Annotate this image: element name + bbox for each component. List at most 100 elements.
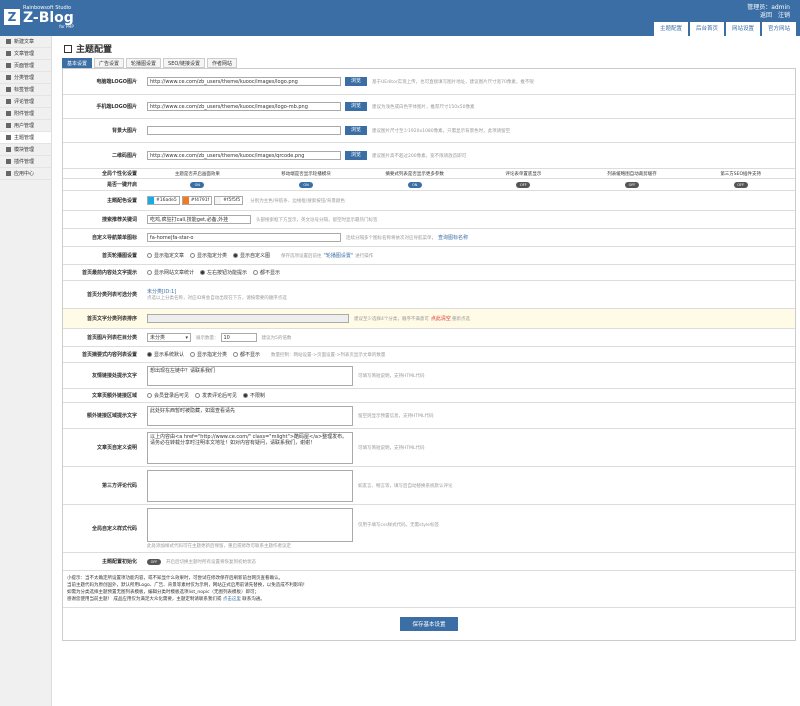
row-custom-css: 全局自定义样式代码 仅用于填写css样式代码，无需style标签 此处添加样式代…: [63, 505, 795, 553]
third-comment-textarea[interactable]: [147, 469, 353, 502]
save-button[interactable]: 保存基本设置: [400, 617, 458, 631]
sidebar-item-pages[interactable]: 页面管理: [0, 60, 51, 72]
row-onekey: 是否一键开启 ON ON ON OFF OFF OFF: [63, 179, 795, 191]
tab-author[interactable]: 作者网站: [207, 58, 238, 68]
sidebar-item-new-article[interactable]: 新建文章: [0, 36, 51, 48]
logout-link[interactable]: 注销: [778, 12, 790, 19]
clear-sort-link[interactable]: 点此清空: [431, 315, 451, 322]
area-radio-unlimited[interactable]: 不限制: [243, 392, 265, 399]
sidebar-item-modules[interactable]: 模块管理: [0, 144, 51, 156]
extra-tip-textarea[interactable]: 此处好东西暂时被隐藏，如需查看请先: [147, 405, 353, 426]
qrcode-input[interactable]: http://www.ce.com/zb_users/theme/kuooc/i…: [147, 151, 341, 160]
abstract-radio-default[interactable]: 显示系统默认: [147, 351, 184, 358]
index-radio-none[interactable]: 都不显示: [253, 269, 280, 276]
sidebar-item-users[interactable]: 用户管理: [0, 120, 51, 132]
bg-image-browse-button[interactable]: 浏览: [345, 126, 368, 135]
row-bg-image: 背景大图片 浏览 建议图片尺寸至少1920x1080像素，只需显示背景色时，此项请…: [63, 119, 795, 143]
notes: 小提示：当不太确定所设置项功能内容，或不知显什么效果时，可尝试在修改保存后刷新前…: [63, 571, 795, 608]
color-main[interactable]: #16ade5: [147, 196, 180, 205]
toggle-mobile-slider[interactable]: ON: [299, 181, 313, 188]
pc-logo-input[interactable]: http://www.ce.com/zb_users/theme/kuooc/i…: [147, 77, 341, 86]
sidebar-item-tags[interactable]: 标签管理: [0, 84, 51, 96]
friend-link-textarea[interactable]: 想出现在左链中？请联系我们: [147, 365, 353, 386]
plugin-icon: [6, 159, 11, 164]
zblog-logo[interactable]: Z Rainbowsoft Studio Z-Blog for PHP: [4, 3, 74, 31]
row-friend-link: 友情链接处提示文字 想出现在左链中？请联系我们 可填写简短说明，支持HTML代码: [63, 363, 795, 389]
row-hot-keywords: 搜索推荐关键词 吃鸡,疯狂打call,技能get,必备,外挂 头部搜索框下方显示，…: [63, 211, 795, 229]
index-radio-buttons[interactable]: 左右按钮功能提示: [200, 269, 247, 276]
copyright-textarea[interactable]: 以上内容由<a href="http://www.ce.com/" class=…: [147, 431, 353, 464]
qrcode-browse-button[interactable]: 浏览: [345, 151, 368, 160]
topnav-admin-home[interactable]: 后台首页: [689, 22, 724, 36]
color-accent[interactable]: #f4791f: [181, 196, 213, 205]
row-copyright: 文章页自定义说明 以上内容由<a href="http://www.ce.com…: [63, 429, 795, 467]
row-menu-icons: 自定义导航菜单图标 fa-home|fa-star-o 连续分隔多个图标名称将依次…: [63, 229, 795, 247]
menu-icons-input[interactable]: fa-home|fa-star-o: [147, 233, 341, 242]
logo-mark: Z: [4, 9, 20, 25]
hot-keywords-input[interactable]: 吃鸡,疯狂打call,技能get,必备,外挂: [147, 215, 251, 224]
sidebar-item-themes[interactable]: 主题管理: [0, 132, 51, 144]
slider-radio-custom[interactable]: 显示自定义图: [233, 252, 270, 259]
abstract-radio-category[interactable]: 显示指定分类: [190, 351, 227, 358]
mb-logo-input[interactable]: http://www.ce.com/zb_users/theme/kuooc/i…: [147, 102, 341, 111]
sidebar-item-attachments[interactable]: 附件管理: [0, 108, 51, 120]
abstract-radio-none[interactable]: 都不显示: [233, 351, 260, 358]
top-nav: 主题配置 后台首页 网站设置 官方网站: [652, 22, 796, 36]
area-radio-member[interactable]: 会员登录后可见: [147, 392, 189, 399]
user-icon: [6, 123, 11, 128]
settings-form: 电脑端LOGO图片 http://www.ce.com/zb_users/the…: [62, 68, 796, 641]
tab-slider[interactable]: 轮播图设置: [126, 58, 162, 68]
row-slider: 首页轮播图设置 显示指定文章 显示指定分类 显示自定义图 保存选项设置后前往 "轮…: [63, 247, 795, 265]
app-center-icon: [6, 171, 11, 176]
brand-name: Z-Blog: [23, 9, 74, 26]
row-cat-list: 首页分类列表可选分类 未分类[ID:1] 点选以上分类名称，对应ID将会自动出现…: [63, 281, 795, 309]
mb-logo-browse-button[interactable]: 浏览: [345, 102, 368, 111]
tab-ads[interactable]: 广告设置: [94, 58, 125, 68]
color-bg[interactable]: #f5f5f5: [214, 196, 244, 205]
slider-settings-link[interactable]: "轮播图设置": [324, 252, 354, 259]
area-radio-comment[interactable]: 发表评论后可见: [195, 392, 237, 399]
pic-cat-select[interactable]: 未分类 ▾: [147, 333, 191, 342]
tab-basic[interactable]: 基本设置: [62, 58, 93, 68]
topnav-theme-config[interactable]: 主题配置: [653, 22, 688, 36]
sidebar-item-plugins[interactable]: 插件管理: [0, 156, 51, 168]
tag-icon: [6, 87, 11, 92]
comment-icon: [6, 99, 11, 104]
folder-icon: [6, 75, 11, 80]
pic-count-input[interactable]: 10: [220, 333, 257, 342]
module-icon: [6, 147, 11, 152]
toggle-effects[interactable]: ON: [190, 181, 205, 188]
index-radio-stats[interactable]: 显示网站文章统计: [147, 269, 194, 276]
icon-lookup-link[interactable]: 查询图标名称: [438, 234, 468, 241]
custom-css-textarea[interactable]: [147, 508, 353, 542]
toggle-more-params[interactable]: ON: [407, 181, 422, 188]
cat-sort-input[interactable]: [147, 314, 349, 323]
sidebar-item-articles[interactable]: 文章管理: [0, 48, 51, 60]
toggle-init[interactable]: OFF: [147, 558, 161, 565]
contact-link[interactable]: 点击这里: [223, 597, 241, 602]
row-pic-cat: 首页图片列表栏目分类 未分类 ▾ 展示数量： 10 建议为5的倍数: [63, 329, 795, 347]
toggle-comment-bottom[interactable]: OFF: [516, 181, 531, 188]
sidebar-item-comments[interactable]: 评论管理: [0, 96, 51, 108]
row-mb-logo: 手机端LOGO图片 http://www.ce.com/zb_users/the…: [63, 95, 795, 119]
chevron-down-icon: ▾: [185, 335, 188, 341]
bg-image-input[interactable]: [147, 126, 341, 135]
main-content: 主题配置 基本设置 广告设置 轮播图设置 SEO/链接设置 作者网站 电脑端LO…: [56, 36, 800, 706]
tab-seo[interactable]: SEO/链接设置: [163, 58, 206, 68]
slider-radio-category[interactable]: 显示指定分类: [190, 252, 227, 259]
row-third-comment: 第三方评论代码 如友言、畅言等，填写后自动替换系统默认评论: [63, 467, 795, 505]
topnav-site-settings[interactable]: 网站设置: [725, 22, 760, 36]
row-extra-area: 文章页额外链接区域 会员登录后可见 发表评论后可见 不限制: [63, 389, 795, 403]
home-link[interactable]: 返回: [760, 12, 772, 19]
pc-logo-browse-button[interactable]: 浏览: [345, 77, 368, 86]
sidebar-item-app-center[interactable]: 应用中心: [0, 168, 51, 180]
theme-icon: [6, 135, 11, 140]
toggle-seo-plugin[interactable]: OFF: [733, 181, 748, 188]
row-extra-tip: 额外链接区域提示文字 此处好东西暂时被隐藏，如需查看请先 留空则显示预置信息，支持…: [63, 403, 795, 429]
row-abstract: 首页摘要式内容列表设置 显示系统默认 显示指定分类 都不显示 数量控制：网站设置…: [63, 347, 795, 363]
sidebar-item-categories[interactable]: 分类管理: [0, 72, 51, 84]
toggle-thumb-cache[interactable]: OFF: [625, 181, 640, 188]
topnav-official-site[interactable]: 官方网站: [761, 22, 796, 36]
slider-radio-article[interactable]: 显示指定文章: [147, 252, 184, 259]
cat-option[interactable]: 未分类[ID:1]: [147, 288, 176, 295]
